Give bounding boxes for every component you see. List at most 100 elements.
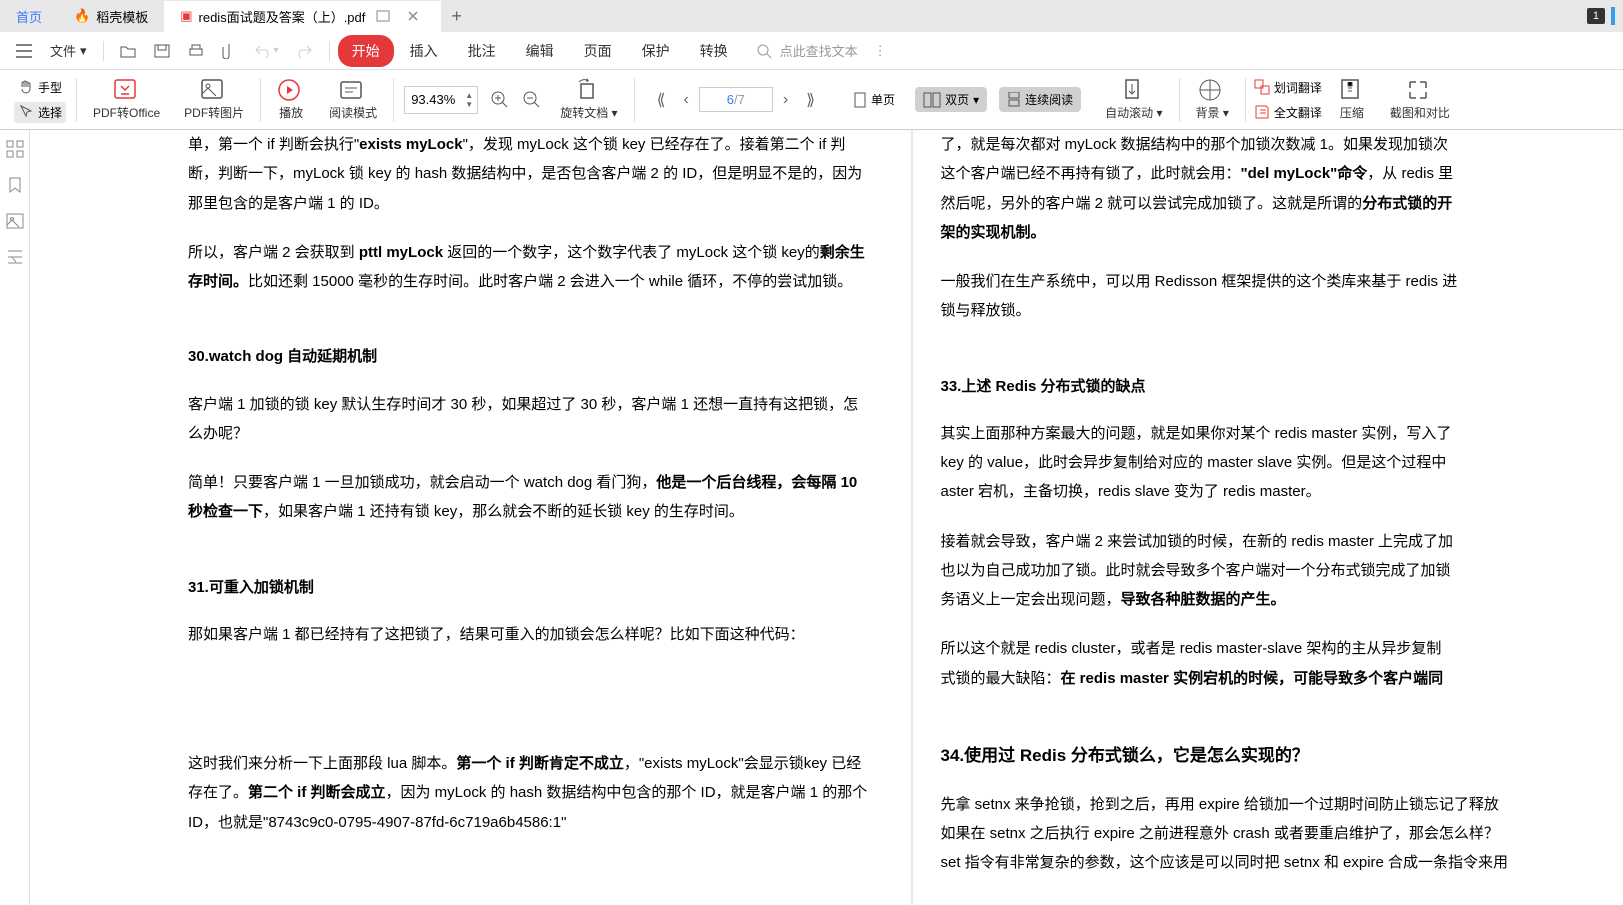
paragraph: 客户端 1 加锁的锁 key 默认生存时间才 30 秒，如果超过了 30 秒，客… <box>188 390 871 449</box>
pages-viewport: 单，第一个 if 判断会执行"exists myLock"，发现 myLock … <box>30 130 1623 905</box>
compress-button[interactable]: 压缩 <box>1326 78 1378 121</box>
compress-icon <box>1338 78 1366 102</box>
bg-icon <box>1198 78 1226 102</box>
read-mode-button[interactable]: 阅读模式 <box>317 78 389 121</box>
paragraph: 了，就是每次都对 myLock 数据结构中的那个加锁次数减 1。如果发现加锁次这… <box>941 130 1623 247</box>
undo-icon[interactable]: ▾ <box>246 40 287 62</box>
page-right: 了，就是每次都对 myLock 数据结构中的那个加锁次数减 1。如果发现加锁次这… <box>913 130 1623 905</box>
menu-icon[interactable] <box>8 40 40 62</box>
image-icon <box>200 78 228 102</box>
scroll-icon <box>1120 78 1148 102</box>
section-heading: 30.watch dog 自动延期机制 <box>188 342 871 371</box>
zoom-out-button[interactable] <box>516 90 548 110</box>
background-button[interactable]: 背景 ▾ <box>1184 78 1241 121</box>
file-menu[interactable]: 文件 ▾ <box>42 37 95 64</box>
double-page-button[interactable]: 双页▾ <box>915 87 987 112</box>
paragraph: 那如果客户端 1 都已经持有了这把锁了，结果可重入的加锁会怎么样呢？比如下面这种… <box>188 620 871 649</box>
page-input[interactable]: 6/7 <box>699 87 773 112</box>
flame-icon: 🔥 <box>74 8 90 24</box>
rotate-button[interactable]: 旋转文档 ▾ <box>548 78 629 121</box>
section-heading: 33.上述 Redis 分布式锁的缺点 <box>941 372 1623 401</box>
screenshot-icon <box>1406 78 1434 102</box>
read-icon <box>339 78 367 102</box>
page-left: 单，第一个 if 判断会执行"exists myLock"，发现 myLock … <box>30 130 913 905</box>
hand-tool[interactable]: 手型 <box>14 77 66 98</box>
office-icon <box>113 78 141 102</box>
tab-home[interactable]: 首页 <box>0 1 58 32</box>
select-tool[interactable]: 选择 <box>14 102 66 123</box>
ribbon-toolbar: 手型 选择 PDF转Office PDF转图片 播放 阅读模式 93.43% ▲… <box>0 70 1623 130</box>
menu-protect[interactable]: 保护 <box>628 35 684 67</box>
new-tab-button[interactable]: + <box>441 2 472 31</box>
menu-annotate[interactable]: 批注 <box>454 35 510 67</box>
section-heading: 35.使用过 Redis 做异步队列么，你是怎么用的？有什么缺点？ <box>941 898 1623 905</box>
next-page-button[interactable]: › <box>775 87 796 113</box>
cursor-icon <box>18 104 34 120</box>
pdf-office-button[interactable]: PDF转Office <box>81 78 172 121</box>
paragraph: 单，第一个 if 判断会执行"exists myLock"，发现 myLock … <box>188 130 871 218</box>
open-icon[interactable] <box>112 40 144 62</box>
bookmark-rail-icon[interactable] <box>6 176 24 194</box>
zoom-up-icon[interactable]: ▲ <box>465 91 473 100</box>
translate-icon <box>1254 79 1270 95</box>
last-page-button[interactable]: ⟫ <box>798 86 823 114</box>
tab-template[interactable]: 🔥 稻壳模板 <box>58 1 164 32</box>
section-heading: 34.使用过 Redis 分布式锁么，它是怎么实现的？ <box>941 739 1623 772</box>
zoom-down-icon[interactable]: ▼ <box>465 100 473 109</box>
thumbnails-icon[interactable] <box>6 140 24 158</box>
redo-icon[interactable] <box>289 40 321 62</box>
zoom-control: 93.43% ▲ ▼ <box>398 86 484 114</box>
tab-document[interactable]: ▣ redis面试题及答案（上）.pdf <box>164 1 441 32</box>
paragraph: 一般我们在生产系统中，可以用 Redisson 框架提供的这个类库来基于 red… <box>941 267 1623 326</box>
save-icon[interactable] <box>146 40 178 62</box>
outline-rail-icon[interactable] <box>6 248 24 266</box>
paragraph: 这时我们来分析一下上面那段 lua 脚本。第一个 if 判断肯定不成立，"exi… <box>188 749 871 837</box>
double-icon <box>923 92 941 108</box>
prev-page-button[interactable]: ‹ <box>675 87 696 113</box>
paragraph: 简单！只要客户端 1 一旦加锁成功，就会启动一个 watch dog 看门狗，他… <box>188 468 871 527</box>
attach-icon[interactable] <box>214 39 244 63</box>
menu-page[interactable]: 页面 <box>570 35 626 67</box>
menu-convert[interactable]: 转换 <box>686 35 742 67</box>
play-button[interactable]: 播放 <box>265 78 317 121</box>
paragraph: 其实上面那种方案最大的问题，就是如果你对某个 redis master 实例，写… <box>941 419 1623 507</box>
paragraph: 先拿 setnx 来争抢锁，抢到之后，再用 expire 给锁加一个过期时间防止… <box>941 790 1623 878</box>
pdf-icon: ▣ <box>180 8 192 24</box>
paragraph: 所以，客户端 2 会获取到 pttl myLock 返回的一个数字，这个数字代表… <box>188 238 871 297</box>
full-translate-button[interactable]: 全文翻译 <box>1250 102 1326 123</box>
menu-insert[interactable]: 插入 <box>396 35 452 67</box>
chevron-down-icon: ▾ <box>973 93 979 107</box>
single-icon <box>853 92 867 108</box>
left-rail <box>0 130 30 905</box>
paragraph: 接着就会导致，客户端 2 来尝试加锁的时候，在新的 redis master 上… <box>941 527 1623 615</box>
window-icon[interactable] <box>375 8 391 24</box>
search-icon[interactable] <box>756 43 772 59</box>
content-area: 单，第一个 if 判断会执行"exists myLock"，发现 myLock … <box>0 130 1623 905</box>
screenshot-button[interactable]: 截图和对比 <box>1378 78 1462 121</box>
continuous-icon <box>1007 92 1021 108</box>
menu-edit[interactable]: 编辑 <box>512 35 568 67</box>
search-placeholder[interactable]: 点此查找文本 <box>780 41 858 60</box>
pdf-image-button[interactable]: PDF转图片 <box>172 78 256 121</box>
more-icon[interactable]: ⋮ <box>874 43 887 59</box>
picture-rail-icon[interactable] <box>6 212 24 230</box>
auto-scroll-button[interactable]: 自动滚动 ▾ <box>1093 78 1174 121</box>
paragraph: 所以这个就是 redis cluster，或者是 redis master-sl… <box>941 634 1623 693</box>
menu-bar: 文件 ▾ ▾ 开始 插入 批注 编辑 页面 保护 转换 点此查找文本 ⋮ <box>0 32 1623 70</box>
full-translate-icon <box>1254 104 1270 120</box>
zoom-out-icon <box>522 90 542 110</box>
zoom-in-icon <box>490 90 510 110</box>
continuous-button[interactable]: 连续阅读 <box>999 87 1081 112</box>
single-page-button[interactable]: 单页 <box>845 87 903 112</box>
sel-translate-button[interactable]: 划词翻译 <box>1250 77 1326 98</box>
tabs-bar: 首页 🔥 稻壳模板 ▣ redis面试题及答案（上）.pdf + 1 <box>0 0 1623 32</box>
zoom-in-button[interactable] <box>484 90 516 110</box>
menu-start[interactable]: 开始 <box>338 35 394 67</box>
chevron-down-icon: ▾ <box>80 43 87 59</box>
hand-icon <box>18 79 34 95</box>
print-icon[interactable] <box>180 40 212 62</box>
close-icon[interactable] <box>405 8 421 24</box>
first-page-button[interactable]: ⟪ <box>649 86 674 114</box>
notification-badge[interactable]: 1 <box>1587 8 1605 24</box>
zoom-value[interactable]: 93.43% <box>405 92 461 107</box>
